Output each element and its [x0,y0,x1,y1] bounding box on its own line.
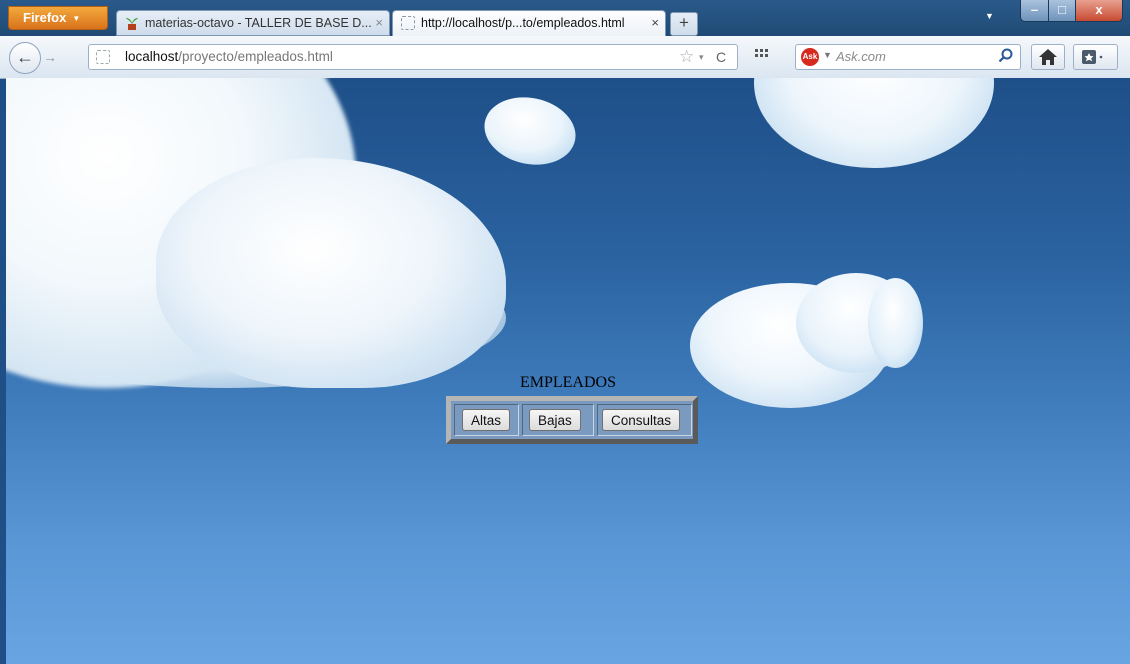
search-placeholder: Ask.com [836,49,886,64]
close-tab-icon[interactable]: × [375,11,383,35]
ask-logo-icon[interactable]: Ask [801,48,819,66]
tab-empleados[interactable]: http://localhost/p...to/empleados.html × [392,10,666,36]
home-icon [1039,49,1057,65]
bookmarks-icon [1082,50,1103,64]
search-engine-dropdown-icon[interactable]: ▼ [823,50,832,60]
tab-title: http://localhost/p...to/empleados.html [421,16,625,30]
list-all-tabs-icon[interactable]: ▼ [985,11,994,21]
apps-grid-icon[interactable] [755,49,769,61]
table-cell: Altas [454,404,519,436]
url-history-dropdown-icon[interactable]: ▾ [699,49,704,65]
navigation-toolbar: ← → localhost/proyecto/empleados.html ☆ … [0,36,1130,79]
chevron-down-icon: ▼ [72,13,81,23]
home-button[interactable] [1031,44,1065,70]
cloud-background [478,89,582,173]
plant-pot-icon [126,18,138,30]
window-titlebar: Firefox ▼ materias-octavo - TALLER DE BAS… [0,0,1130,36]
bookmark-star-icon[interactable]: ☆ [679,47,694,67]
close-tab-icon[interactable]: × [651,11,659,35]
tab-title: materias-octavo - TALLER DE BASE D... [145,16,372,30]
page-content: EMPLEADOS Altas Bajas Consultas [6,78,1130,664]
menu-table: Altas Bajas Consultas [446,396,698,444]
table-cell: Consultas [597,404,692,436]
url-bar[interactable]: localhost/proyecto/empleados.html ☆ ▾ C [88,44,738,70]
reload-icon[interactable]: C [716,48,726,66]
bookmarks-button[interactable] [1073,44,1118,70]
site-identity-icon[interactable] [96,50,110,64]
blank-page-icon [401,16,415,30]
url-text: localhost/proyecto/empleados.html [125,45,333,69]
maximize-button[interactable]: □ [1048,0,1076,22]
altas-button[interactable]: Altas [462,409,511,431]
url-host: localhost [125,49,179,64]
search-bar[interactable]: Ask ▼ Ask.com [795,44,1021,70]
page-title: EMPLEADOS [519,374,616,391]
cloud-background [754,78,994,168]
search-engine-logo-text: Ask [802,52,818,61]
search-icon[interactable] [998,48,1014,64]
bajas-button[interactable]: Bajas [529,409,581,431]
back-button[interactable]: ← [9,42,41,74]
consultas-button[interactable]: Consultas [602,409,681,431]
tab-materias-octavo[interactable]: materias-octavo - TALLER DE BASE D... × [116,10,390,36]
firefox-menu-button[interactable]: Firefox ▼ [8,6,108,30]
minimize-button[interactable]: – [1020,0,1049,22]
close-window-button[interactable]: x [1075,0,1123,22]
table-cell: Bajas [522,404,594,436]
new-tab-button[interactable]: + [670,12,698,36]
cloud-background [156,158,506,388]
cloud-background [868,278,923,368]
forward-button[interactable]: → [43,48,65,66]
firefox-menu-label: Firefox [23,10,67,25]
url-path: /proyecto/empleados.html [178,49,333,64]
